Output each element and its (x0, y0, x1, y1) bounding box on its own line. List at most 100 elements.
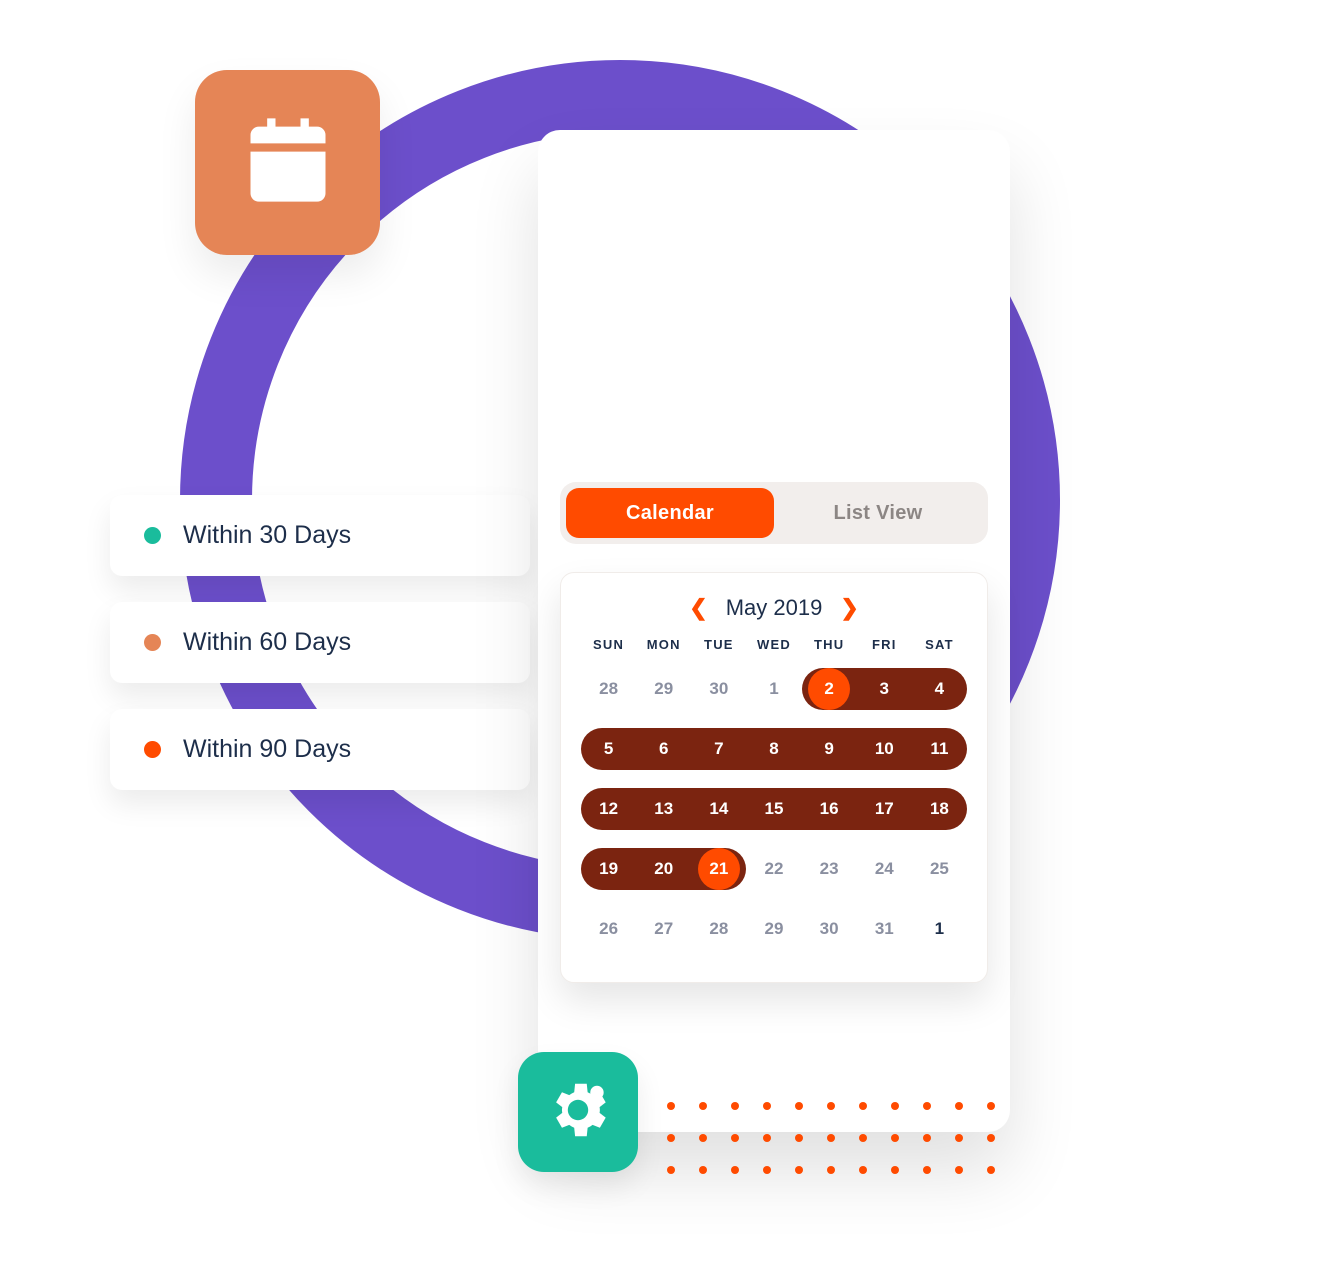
gear-icon (543, 1075, 613, 1150)
weekday: SUN (581, 637, 636, 652)
date-cell[interactable]: 28 (691, 904, 746, 954)
month-label: May 2019 (726, 595, 823, 621)
date-cell[interactable]: 9 (802, 724, 857, 774)
weekday: SAT (912, 637, 967, 652)
date-cell[interactable]: 5 (581, 724, 636, 774)
date-number: 29 (654, 679, 673, 699)
date-number: 12 (599, 799, 618, 819)
tab-calendar[interactable]: Calendar (566, 488, 774, 538)
date-cell[interactable]: 23 (802, 844, 857, 894)
date-number: 15 (765, 799, 784, 819)
filter-label: Within 60 Days (183, 628, 351, 657)
date-number: 20 (654, 859, 673, 879)
date-cell[interactable]: 2 (802, 664, 857, 714)
filter-item-30-days[interactable]: Within 30 Days (110, 495, 530, 576)
date-number: 6 (659, 739, 668, 759)
date-cell[interactable]: 11 (912, 724, 967, 774)
filter-item-60-days[interactable]: Within 60 Days (110, 602, 530, 683)
date-number: 23 (820, 859, 839, 879)
date-cell[interactable]: 21 (691, 844, 746, 894)
date-number: 29 (765, 919, 784, 939)
date-cell[interactable]: 19 (581, 844, 636, 894)
tab-list-view[interactable]: List View (774, 488, 982, 538)
date-number: 28 (709, 919, 728, 939)
filter-item-90-days[interactable]: Within 90 Days (110, 709, 530, 790)
filter-label: Within 30 Days (183, 521, 351, 550)
date-number: 19 (599, 859, 618, 879)
date-number: 26 (599, 919, 618, 939)
date-number: 14 (709, 799, 728, 819)
date-cell[interactable]: 4 (912, 664, 967, 714)
date-cell[interactable]: 29 (636, 664, 691, 714)
tab-label: Calendar (626, 502, 714, 525)
next-month-button[interactable]: ❯ (840, 595, 858, 621)
tab-label: List View (833, 502, 922, 525)
calendar-panel: Calendar List View ❮ May 2019 ❯ SUN MON … (538, 130, 1010, 1132)
date-number: 27 (654, 919, 673, 939)
date-number: 21 (709, 859, 728, 879)
date-number: 1 (935, 919, 944, 939)
weekday-header: SUN MON TUE WED THU FRI SAT (581, 637, 967, 652)
month-nav: ❮ May 2019 ❯ (581, 595, 967, 621)
dot-icon (144, 741, 161, 758)
date-number: 22 (765, 859, 784, 879)
date-number: 24 (875, 859, 894, 879)
date-cell[interactable]: 30 (802, 904, 857, 954)
view-toggle: Calendar List View (560, 482, 988, 544)
weekday: WED (746, 637, 801, 652)
date-number: 13 (654, 799, 673, 819)
filter-label: Within 90 Days (183, 735, 351, 764)
date-cell[interactable]: 7 (691, 724, 746, 774)
settings-badge[interactable] (518, 1052, 638, 1172)
prev-month-button[interactable]: ❮ (689, 595, 707, 621)
date-number: 31 (875, 919, 894, 939)
date-cell[interactable]: 3 (857, 664, 912, 714)
date-number: 11 (930, 739, 948, 759)
decorative-dots (660, 1095, 1002, 1181)
date-number: 2 (824, 679, 833, 699)
date-number: 3 (880, 679, 889, 699)
date-number: 7 (714, 739, 723, 759)
date-cell[interactable]: 12 (581, 784, 636, 834)
date-cell[interactable]: 20 (636, 844, 691, 894)
weekday: TUE (691, 637, 746, 652)
date-cell[interactable]: 31 (857, 904, 912, 954)
date-cell[interactable]: 1 (912, 904, 967, 954)
date-cell[interactable]: 30 (691, 664, 746, 714)
date-number: 8 (769, 739, 778, 759)
date-cell[interactable]: 1 (746, 664, 801, 714)
dot-icon (144, 634, 161, 651)
date-cell[interactable]: 14 (691, 784, 746, 834)
date-cell[interactable]: 8 (746, 724, 801, 774)
date-cell[interactable]: 25 (912, 844, 967, 894)
weekday: MON (636, 637, 691, 652)
date-cell[interactable]: 17 (857, 784, 912, 834)
date-cell[interactable]: 29 (746, 904, 801, 954)
date-number: 17 (875, 799, 894, 819)
calendar-icon (238, 110, 338, 215)
date-cell[interactable]: 16 (802, 784, 857, 834)
date-cell[interactable]: 10 (857, 724, 912, 774)
date-cell[interactable]: 26 (581, 904, 636, 954)
date-cell[interactable]: 24 (857, 844, 912, 894)
filter-list: Within 30 Days Within 60 Days Within 90 … (110, 495, 530, 790)
date-cell[interactable]: 27 (636, 904, 691, 954)
date-cell[interactable]: 22 (746, 844, 801, 894)
date-number: 18 (930, 799, 949, 819)
date-number: 5 (604, 739, 613, 759)
date-cell[interactable]: 13 (636, 784, 691, 834)
date-cell[interactable]: 28 (581, 664, 636, 714)
weekday: FRI (857, 637, 912, 652)
date-cell[interactable]: 15 (746, 784, 801, 834)
calendar-badge (195, 70, 380, 255)
month-calendar: ❮ May 2019 ❯ SUN MON TUE WED THU FRI SAT… (560, 572, 988, 983)
date-cell[interactable]: 18 (912, 784, 967, 834)
date-number: 1 (769, 679, 778, 699)
date-number: 30 (820, 919, 839, 939)
date-number: 25 (930, 859, 949, 879)
date-number: 28 (599, 679, 618, 699)
date-number: 4 (935, 679, 944, 699)
date-cell[interactable]: 6 (636, 724, 691, 774)
date-grid: 2829301234567891011121314151617181920212… (581, 664, 967, 954)
date-number: 9 (824, 739, 833, 759)
